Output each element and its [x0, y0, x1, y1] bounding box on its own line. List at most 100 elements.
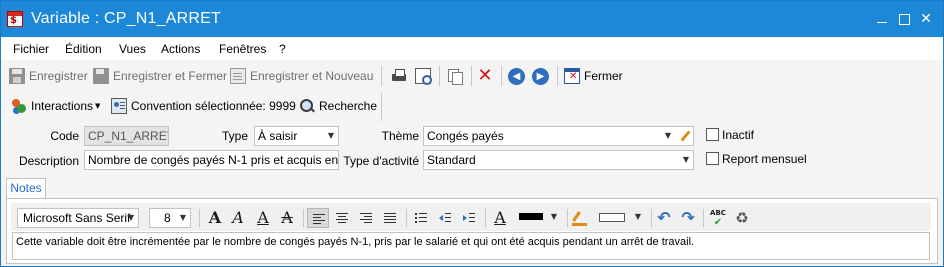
redo-icon: ↷ [681, 208, 695, 227]
interactions-label: Interactions [31, 99, 94, 113]
close-form-button[interactable]: Fermer [564, 67, 623, 85]
font-family-value: Microsoft Sans Serif [23, 211, 131, 225]
save-close-icon [93, 68, 109, 84]
toolbar-separator [501, 66, 502, 86]
redo-button[interactable]: ↷ [677, 208, 699, 228]
theme-select[interactable]: Congés payés ▼ [423, 126, 694, 146]
rte-separator [651, 209, 652, 227]
monthly-report-label: Report mensuel [722, 152, 807, 166]
rte-separator [199, 209, 200, 227]
bullet-list-button[interactable] [410, 208, 432, 228]
highlight-button[interactable] [569, 208, 591, 228]
interactions-icon [11, 98, 27, 114]
chevron-down-icon: ▼ [327, 131, 334, 140]
activity-type-select[interactable]: Standard ▼ [423, 150, 694, 170]
convention-label: Convention sélectionnée: 9999 [131, 99, 296, 113]
print-preview-icon [415, 68, 432, 85]
rte-separator [485, 209, 486, 227]
code-field: CP_N1_ARRET [84, 126, 169, 146]
description-label: Description [18, 154, 79, 168]
delete-x-icon: ✕ [477, 65, 493, 86]
outdent-button[interactable] [434, 208, 456, 228]
menu-edition[interactable]: Édition [65, 42, 102, 56]
save-close-button[interactable]: Enregistrer et Fermer [93, 67, 227, 85]
menu-actions[interactable]: Actions [161, 42, 200, 56]
highlight-color-select[interactable]: ▼ [593, 208, 645, 228]
next-record-button[interactable]: ▶ [532, 67, 549, 85]
rich-text-toolbar: Microsoft Sans Serif ▼ 8 ▼ A A A A A ▼ ▼… [11, 203, 931, 231]
underline-button[interactable]: A [252, 208, 274, 228]
close-window-button[interactable]: ✕ [915, 9, 937, 29]
rte-separator [303, 209, 304, 227]
chevron-down-icon: ▼ [95, 102, 101, 110]
save-new-button[interactable]: Enregistrer et Nouveau [230, 67, 373, 85]
align-left-icon [313, 214, 325, 224]
menu-vues[interactable]: Vues [119, 42, 146, 56]
search-button[interactable]: Recherche [299, 97, 377, 115]
clear-format-button[interactable]: ♻ [731, 208, 753, 228]
justify-icon [384, 213, 396, 223]
arrow-right-icon: ▶ [532, 67, 549, 85]
italic-button[interactable]: A [227, 208, 249, 228]
undo-button[interactable]: ↶ [653, 208, 675, 228]
recycle-icon: ♻ [735, 209, 749, 227]
chevron-down-icon: ▼ [682, 155, 689, 164]
maximize-button[interactable] [893, 9, 915, 29]
pencil-icon[interactable] [679, 130, 691, 142]
bold-button[interactable]: A [204, 208, 226, 228]
theme-select-value: Congés payés [427, 129, 504, 143]
spellcheck-button[interactable]: ABC ✔ [707, 208, 729, 228]
monthly-report-checkbox[interactable] [706, 152, 719, 165]
font-family-select[interactable]: Microsoft Sans Serif ▼ [17, 208, 139, 228]
text-color-swatch [519, 213, 543, 220]
type-label: Type [221, 129, 248, 143]
font-size-select[interactable]: 8 ▼ [149, 208, 191, 228]
save-button[interactable]: Enregistrer [9, 67, 88, 85]
rte-separator [703, 209, 704, 227]
convention-icon [111, 98, 127, 114]
copy-button[interactable] [447, 67, 463, 85]
align-left-button[interactable] [307, 208, 329, 228]
save-new-icon [230, 68, 246, 84]
type-select[interactable]: À saisir ▼ [254, 126, 339, 146]
rte-separator [567, 209, 568, 227]
font-size-value: 8 [164, 211, 171, 225]
activity-type-select-value: Standard [427, 153, 476, 167]
undo-icon: ↶ [657, 208, 671, 227]
menu-fichier[interactable]: Fichier [13, 42, 49, 56]
tab-notes[interactable]: Notes [6, 178, 46, 199]
justify-button[interactable] [379, 208, 401, 228]
delete-button[interactable]: ✕ [477, 67, 493, 85]
title-bar[interactable]: $ Variable : CP_N1_ARRET ✕ [1, 1, 943, 37]
strikethrough-button[interactable]: A [276, 208, 298, 228]
variable-window: $ Variable : CP_N1_ARRET ✕ Fichier Éditi… [0, 0, 944, 267]
menu-help[interactable]: ? [279, 42, 286, 56]
minimize-button[interactable] [871, 9, 893, 29]
previous-record-button[interactable]: ◀ [508, 67, 525, 85]
chevron-down-icon: ▼ [664, 131, 671, 140]
align-right-icon [360, 213, 372, 223]
toolbar-separator [471, 66, 472, 86]
menu-fenetres[interactable]: Fenêtres [219, 42, 266, 56]
toolbar-separator [557, 66, 558, 86]
printer-icon [391, 68, 407, 84]
print-preview-button[interactable] [415, 67, 432, 85]
arrow-left-icon: ◀ [508, 67, 525, 85]
highlighter-underline [572, 223, 587, 226]
interactions-dropdown[interactable]: Interactions ▼ [11, 97, 100, 115]
window-title: Variable : CP_N1_ARRET [31, 10, 221, 27]
print-button[interactable] [391, 67, 407, 85]
text-color-select[interactable]: ▼ [513, 208, 561, 228]
indent-button[interactable] [458, 208, 480, 228]
notes-editor[interactable]: Cette variable doit être incrémentée par… [12, 232, 930, 260]
highlighter-icon [572, 211, 581, 222]
description-field[interactable]: Nombre de congés payés N-1 pris et acqui… [84, 150, 339, 170]
save-icon [9, 68, 25, 84]
align-right-button[interactable] [355, 208, 377, 228]
chevron-down-icon: ▼ [634, 212, 641, 221]
chevron-down-icon: ▼ [179, 213, 186, 222]
convention-button[interactable]: Convention sélectionnée: 9999 [111, 97, 296, 115]
align-center-button[interactable] [331, 208, 353, 228]
text-color-button[interactable]: A [489, 208, 511, 228]
inactive-checkbox[interactable] [706, 128, 719, 141]
